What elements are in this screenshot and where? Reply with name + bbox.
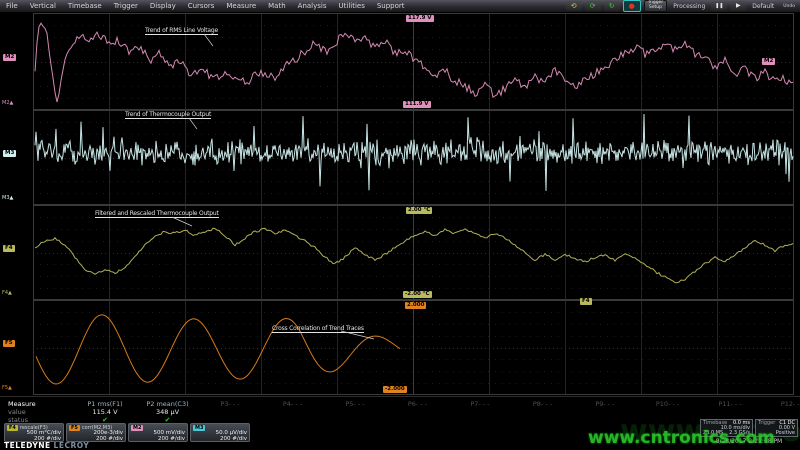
axis-max-label-f5: 2.000 bbox=[405, 302, 426, 309]
measure-label-8: P8- - - bbox=[512, 400, 574, 408]
axis-min-label-f5: -2.000 bbox=[383, 386, 407, 393]
descriptor-tab-f4: F4 bbox=[7, 425, 18, 431]
descriptor-f5[interactable]: F5corr(M2,M3)200e-3/div200 #/div bbox=[66, 423, 126, 442]
brand-secondary: LECROY bbox=[54, 441, 90, 450]
play-button[interactable]: ▶ bbox=[730, 1, 746, 11]
measure-label-9: P9- - - bbox=[574, 400, 636, 408]
measure-label-1: P1 rms(F1) bbox=[74, 400, 136, 408]
autosetup-icon: ⟳ bbox=[590, 1, 596, 11]
watermark: www.cntronics.com bbox=[588, 428, 775, 448]
toolbar: ⟲ ⟳ ↻ ● Trigger Setup Processing ❚❚ ▶ De… bbox=[566, 0, 800, 12]
measure-value-2: 348 μV bbox=[137, 408, 199, 416]
trigger-setup-line2: Setup bbox=[648, 6, 664, 11]
pause-button[interactable]: ❚❚ bbox=[711, 1, 727, 11]
ground-marker-m3: M3▲ bbox=[2, 196, 13, 201]
axis-min-label-m2: 111.9 V bbox=[403, 101, 431, 108]
record-icon: ● bbox=[629, 1, 635, 11]
history-button[interactable]: ⟲ bbox=[566, 1, 582, 11]
measure-row-value: value bbox=[8, 408, 26, 416]
menu-item-measure[interactable]: Measure bbox=[220, 2, 262, 10]
menu-item-timebase[interactable]: Timebase bbox=[62, 2, 108, 10]
menu-item-utilities[interactable]: Utilities bbox=[333, 2, 371, 10]
trace-id-left-f5[interactable]: F5 bbox=[3, 340, 15, 347]
brand-logo: TELEDYNE LECROY bbox=[4, 441, 89, 450]
menu-items: FileVerticalTimebaseTriggerDisplayCursor… bbox=[0, 2, 411, 10]
trigger-setup-button[interactable]: Trigger Setup bbox=[644, 0, 668, 12]
measure-label-2: P2 mean(C3) bbox=[137, 400, 199, 408]
undo-button[interactable]: Undo bbox=[780, 4, 798, 9]
ground-marker-f5: F5▲ bbox=[2, 386, 12, 391]
pause-icon: ❚❚ bbox=[715, 1, 723, 11]
ground-marker-f4: F4▲ bbox=[2, 291, 12, 296]
descriptor-tab-m3: M3 bbox=[193, 425, 205, 431]
axis-max-label-m2: 117.9 V bbox=[406, 15, 434, 22]
autosetup-button[interactable]: ⟳ bbox=[585, 1, 601, 11]
measure-label-4: P4- - - bbox=[262, 400, 324, 408]
menu-item-cursors[interactable]: Cursors bbox=[182, 2, 221, 10]
menu-item-display[interactable]: Display bbox=[144, 2, 182, 10]
trace-id-right-m2: M2 bbox=[762, 58, 775, 65]
axis-min-label-f4: -2.00 °C bbox=[403, 291, 432, 298]
axis-max-label-f4: 2.00 °C bbox=[406, 207, 432, 214]
menu-item-vertical[interactable]: Vertical bbox=[24, 2, 62, 10]
ground-marker-m2: M2▲ bbox=[2, 101, 13, 106]
annotation-m2: Trend of RMS Line Voltage bbox=[145, 27, 218, 35]
menu-item-analysis[interactable]: Analysis bbox=[292, 2, 333, 10]
measure-label-12: P12- - - bbox=[762, 400, 800, 408]
descriptor-row: F4rescale(F3)500 m°C/div200 #/divF5corr(… bbox=[4, 423, 250, 442]
measure-value-1: 115.4 V bbox=[74, 408, 136, 416]
trigger-label: Trigger bbox=[758, 421, 775, 426]
measure-title: Measure bbox=[8, 400, 36, 408]
history-icon: ⟲ bbox=[571, 1, 577, 11]
descriptor-m2[interactable]: M2500 mV/div200 #/div bbox=[128, 423, 188, 442]
annotation-f4: Filtered and Rescaled Thermocouple Outpu… bbox=[95, 210, 219, 218]
repeat-button[interactable]: ↻ bbox=[604, 1, 620, 11]
plot-area: Trend of RMS Line Voltage Trend of Thermo… bbox=[0, 0, 800, 450]
descriptor-points-m3: 200 #/div bbox=[193, 437, 247, 443]
trace-id-left-m3[interactable]: M3 bbox=[3, 150, 16, 157]
default-label[interactable]: Default bbox=[749, 3, 777, 10]
annotation-m3: Trend of Thermocouple Output bbox=[125, 111, 211, 119]
descriptor-tab-m2: M2 bbox=[131, 425, 143, 431]
play-icon: ▶ bbox=[736, 1, 741, 11]
menu-bar: FileVerticalTimebaseTriggerDisplayCursor… bbox=[0, 0, 800, 12]
measure-label-3: P3- - - bbox=[199, 400, 261, 408]
trace-id-right-f4: F4 bbox=[580, 298, 592, 305]
measure-label-11: P11- - - bbox=[699, 400, 761, 408]
menu-item-file[interactable]: File bbox=[0, 2, 24, 10]
grid-section-3 bbox=[0, 205, 800, 300]
descriptor-tab-f5: F5 bbox=[69, 425, 80, 431]
menu-item-trigger[interactable]: Trigger bbox=[108, 2, 144, 10]
descriptor-m3[interactable]: M350.0 μV/div200 #/div bbox=[190, 423, 250, 442]
record-button[interactable]: ● bbox=[623, 0, 641, 12]
trace-id-left-f4[interactable]: F4 bbox=[3, 245, 15, 252]
repeat-icon: ↻ bbox=[609, 1, 615, 11]
descriptor-points-m2: 200 #/div bbox=[131, 437, 185, 443]
measure-label-10: P10- - - bbox=[637, 400, 699, 408]
measure-label-7: P7- - - bbox=[449, 400, 511, 408]
processing-label: Processing bbox=[670, 3, 708, 10]
grid-section-4 bbox=[0, 300, 800, 395]
measure-label-6: P6- - - bbox=[387, 400, 449, 408]
grid-section-1 bbox=[0, 13, 800, 110]
menu-item-math[interactable]: Math bbox=[262, 2, 292, 10]
menu-item-support[interactable]: Support bbox=[371, 2, 411, 10]
measure-label-5: P5- - - bbox=[324, 400, 386, 408]
annotation-f5: Cross Correlation of Trend Traces bbox=[272, 325, 364, 333]
oscilloscope-app: Trend of RMS Line Voltage Trend of Thermo… bbox=[0, 0, 800, 450]
trace-id-left-m2[interactable]: M2 bbox=[3, 54, 16, 61]
descriptor-f4[interactable]: F4rescale(F3)500 m°C/div200 #/div bbox=[4, 423, 64, 442]
brand-primary: TELEDYNE bbox=[4, 441, 51, 450]
trigger-slope: Positive bbox=[776, 431, 795, 436]
grid-section-2 bbox=[0, 110, 800, 205]
